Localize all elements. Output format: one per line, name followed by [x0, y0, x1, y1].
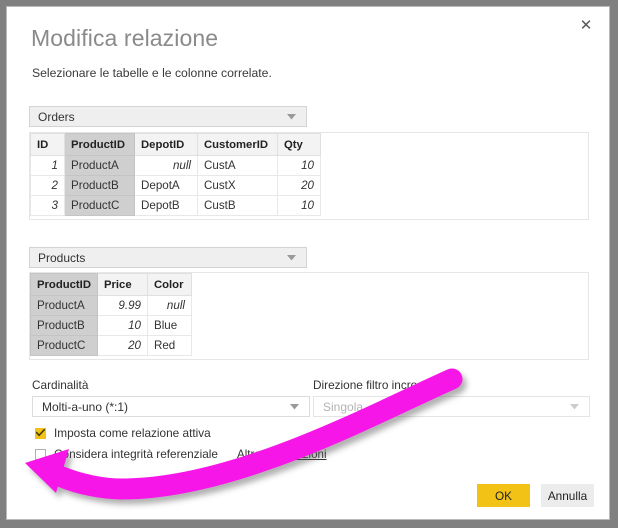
table-cell: 9.99 — [96, 295, 148, 316]
table2-grid: ProductID Price Color ProductA 9.99 null Prod… — [30, 273, 192, 356]
table2-grid-container: ProductID Price Color ProductA 9.99 null Prod… — [29, 272, 589, 360]
table-cell: 10 — [277, 155, 321, 176]
cardinality-select[interactable]: Molti-a-uno (*:1) — [32, 396, 310, 417]
table-cell: 20 — [277, 175, 321, 196]
page-title: Modifica relazione — [31, 25, 219, 51]
close-icon[interactable]: ✕ — [573, 12, 599, 38]
cross-filter-value: Singola — [323, 399, 364, 414]
ok-button[interactable]: OK — [477, 484, 530, 507]
chevron-down-icon — [286, 403, 302, 410]
table-cell: ProductA — [30, 295, 98, 316]
table-cell: ProductB — [64, 175, 135, 196]
table-cell: CustB — [197, 195, 278, 216]
column-header-productid[interactable]: ProductID — [30, 273, 98, 296]
checkbox-checked-icon[interactable] — [35, 427, 46, 439]
table-row: ProductC 20 Red — [30, 335, 192, 356]
table-row: ProductA 9.99 null — [30, 295, 192, 316]
column-header-id[interactable]: ID — [30, 133, 65, 156]
table1-header-row: ID ProductID DepotID CustomerID Qty — [30, 133, 321, 156]
checkbox-unchecked-icon[interactable] — [35, 448, 46, 460]
active-relation-checkbox-row[interactable]: Imposta come relazione attiva — [35, 426, 211, 440]
cross-filter-select[interactable]: Singola — [313, 396, 590, 417]
chevron-down-icon — [283, 113, 299, 120]
table1-grid: ID ProductID DepotID CustomerID Qty 1 Product… — [30, 133, 321, 216]
table-row: 1 ProductA null CustA 10 — [30, 155, 321, 176]
column-header-qty[interactable]: Qty — [277, 133, 321, 156]
table-cell: ProductC — [30, 335, 98, 356]
table1-body: 1 ProductA null CustA 10 2 ProductB DepotA CustX… — [30, 155, 321, 216]
table1-grid-container: ID ProductID DepotID CustomerID Qty 1 Product… — [29, 132, 589, 220]
table2-body: ProductA 9.99 null ProductB 10 Blue ProductC 20… — [30, 295, 192, 356]
table1-select-value: Orders — [38, 109, 75, 124]
table-cell: null — [146, 295, 192, 316]
table-cell: 3 — [30, 195, 65, 216]
table2-header-row: ProductID Price Color — [30, 273, 192, 296]
table-cell: 1 — [30, 155, 65, 176]
table-cell: Blue — [146, 315, 192, 336]
column-header-customerid[interactable]: CustomerID — [197, 133, 278, 156]
table-row: 2 ProductB DepotA CustX 20 — [30, 175, 321, 196]
active-relation-label: Imposta come relazione attiva — [54, 426, 211, 440]
column-header-price[interactable]: Price — [96, 273, 148, 296]
referential-integrity-label: Considera integrità referenziale — [54, 447, 218, 461]
table-cell: ProductA — [64, 155, 135, 176]
cardinality-value: Molti-a-uno (*:1) — [42, 399, 129, 414]
chevron-down-icon — [283, 254, 299, 261]
table-cell: 20 — [96, 335, 148, 356]
table-cell: CustA — [197, 155, 278, 176]
table-cell: ProductC — [64, 195, 135, 216]
table-cell: Red — [146, 335, 192, 356]
table2-select[interactable]: Products — [29, 247, 307, 268]
referential-integrity-checkbox-row[interactable]: Considera integrità referenziale — [35, 447, 218, 461]
table-row: ProductB 10 Blue — [30, 315, 192, 336]
cardinality-label: Cardinalità — [32, 378, 89, 392]
dialog-subtitle: Selezionare le tabelle e le colonne corr… — [32, 66, 272, 80]
table-cell: CustX — [197, 175, 278, 196]
cancel-button[interactable]: Annulla — [541, 484, 594, 507]
table2-select-value: Products — [38, 250, 86, 265]
table-cell: ProductB — [30, 315, 98, 336]
table-cell: DepotA — [134, 175, 198, 196]
column-header-color[interactable]: Color — [146, 273, 192, 296]
chevron-down-icon — [566, 403, 582, 410]
table-cell: DepotB — [134, 195, 198, 216]
more-info-link[interactable]: Altre informazioni — [237, 448, 327, 461]
column-header-productid[interactable]: ProductID — [64, 133, 135, 156]
table-row: 3 ProductC DepotB CustB 10 — [30, 195, 321, 216]
table-cell: 10 — [96, 315, 148, 336]
cross-filter-label: Direzione filtro incrociato — [313, 378, 443, 392]
edit-relationship-dialog: ✕ Modifica relazione Selezionare le tabe… — [6, 6, 610, 520]
table-cell: 2 — [30, 175, 65, 196]
table1-select[interactable]: Orders — [29, 106, 307, 127]
column-header-depotid[interactable]: DepotID — [134, 133, 198, 156]
table-cell: 10 — [277, 195, 321, 216]
table-cell: null — [134, 155, 198, 176]
